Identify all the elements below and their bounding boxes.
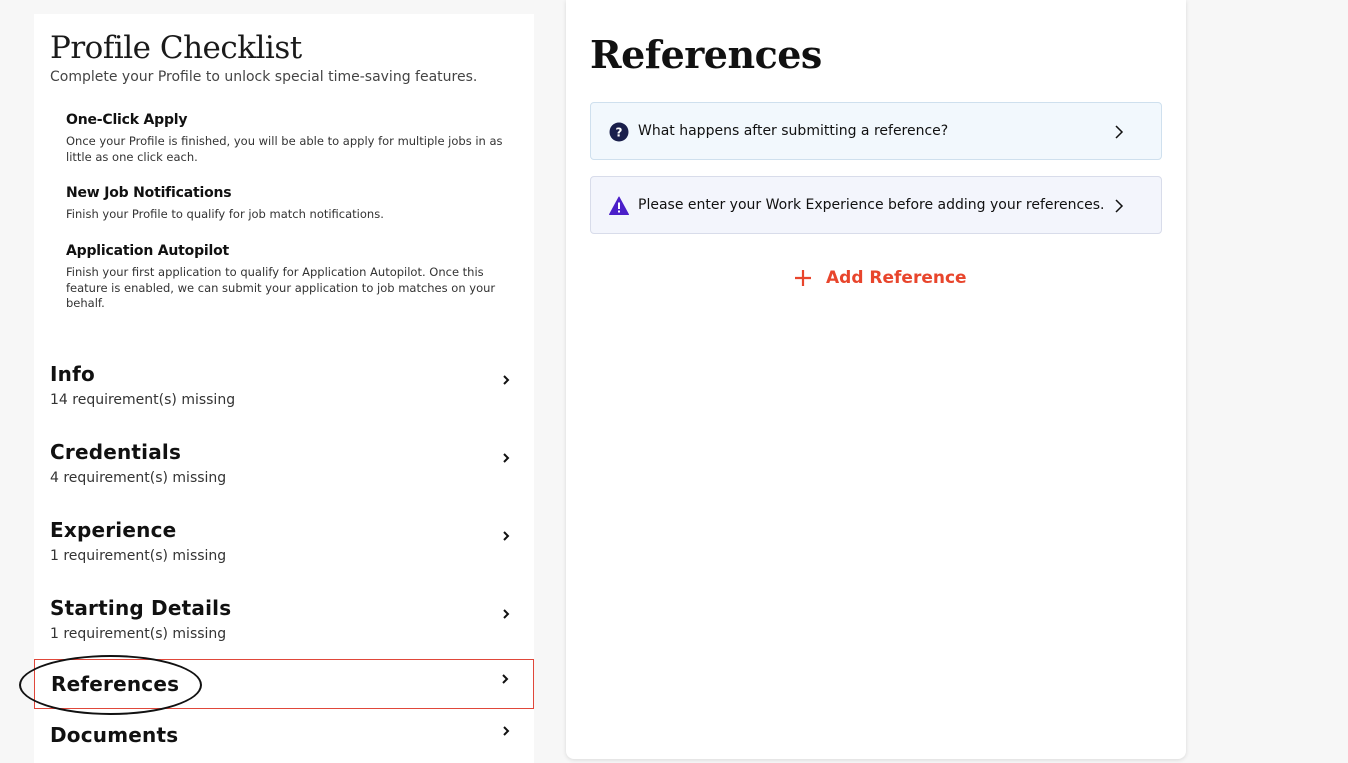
section-name: Experience xyxy=(50,518,177,542)
section-experience[interactable]: Experience 1 requirement(s) missing xyxy=(34,518,534,578)
chevron-right-icon xyxy=(503,609,510,619)
section-name: References xyxy=(51,672,180,696)
section-missing: 1 requirement(s) missing xyxy=(50,548,227,564)
section-info[interactable]: Info 14 requirement(s) missing xyxy=(34,362,534,422)
section-name: Starting Details xyxy=(50,596,232,620)
question-icon: ? xyxy=(609,122,629,142)
feature-new-job-notifications: New Job Notifications Finish your Profil… xyxy=(66,185,506,223)
section-starting-details[interactable]: Starting Details 1 requirement(s) missin… xyxy=(34,596,534,656)
profile-checklist-panel: Profile Checklist Complete your Profile … xyxy=(34,14,534,763)
feature-application-autopilot: Application Autopilot Finish your first … xyxy=(66,243,506,312)
section-name: Credentials xyxy=(50,440,182,464)
chevron-right-icon xyxy=(502,674,509,684)
reference-faq-card[interactable]: ? What happens after submitting a refere… xyxy=(590,102,1162,160)
chevron-right-icon xyxy=(1115,125,1124,139)
work-experience-warning-card[interactable]: Please enter your Work Experience before… xyxy=(590,176,1162,234)
checklist-subtitle: Complete your Profile to unlock special … xyxy=(50,69,478,85)
chevron-right-icon xyxy=(1115,199,1124,213)
section-missing: 4 requirement(s) missing xyxy=(50,470,227,486)
section-credentials[interactable]: Credentials 4 requirement(s) missing xyxy=(34,440,534,500)
feature-title: New Job Notifications xyxy=(66,185,232,201)
chevron-right-icon xyxy=(503,726,510,736)
feature-one-click-apply: One-Click Apply Once your Profile is fin… xyxy=(66,112,506,165)
chevron-right-icon xyxy=(503,375,510,385)
section-references[interactable]: References xyxy=(34,659,534,709)
feature-desc: Finish your first application to qualify… xyxy=(66,265,496,310)
plus-icon xyxy=(795,270,811,286)
feature-title: Application Autopilot xyxy=(66,243,230,259)
warning-icon xyxy=(609,196,629,215)
section-name: Info xyxy=(50,362,95,386)
section-name: Documents xyxy=(50,723,179,747)
card-text: What happens after submitting a referenc… xyxy=(638,123,949,139)
section-missing: 14 requirement(s) missing xyxy=(50,392,236,408)
feature-desc: Finish your Profile to qualify for job m… xyxy=(66,207,384,221)
add-reference-label: Add Reference xyxy=(826,268,967,288)
add-reference-button[interactable]: Add Reference xyxy=(794,265,967,291)
svg-text:?: ? xyxy=(616,126,623,140)
chevron-right-icon xyxy=(503,531,510,541)
feature-desc: Once your Profile is finished, you will … xyxy=(66,134,503,164)
section-missing: 1 requirement(s) missing xyxy=(50,626,227,642)
card-text: Please enter your Work Experience before… xyxy=(638,197,1105,213)
chevron-right-icon xyxy=(503,453,510,463)
section-documents[interactable]: Documents xyxy=(34,721,534,763)
references-panel: References ? What happens after submitti… xyxy=(566,0,1186,759)
checklist-title: Profile Checklist xyxy=(50,30,302,66)
feature-title: One-Click Apply xyxy=(66,112,188,128)
references-title: References xyxy=(590,32,822,77)
